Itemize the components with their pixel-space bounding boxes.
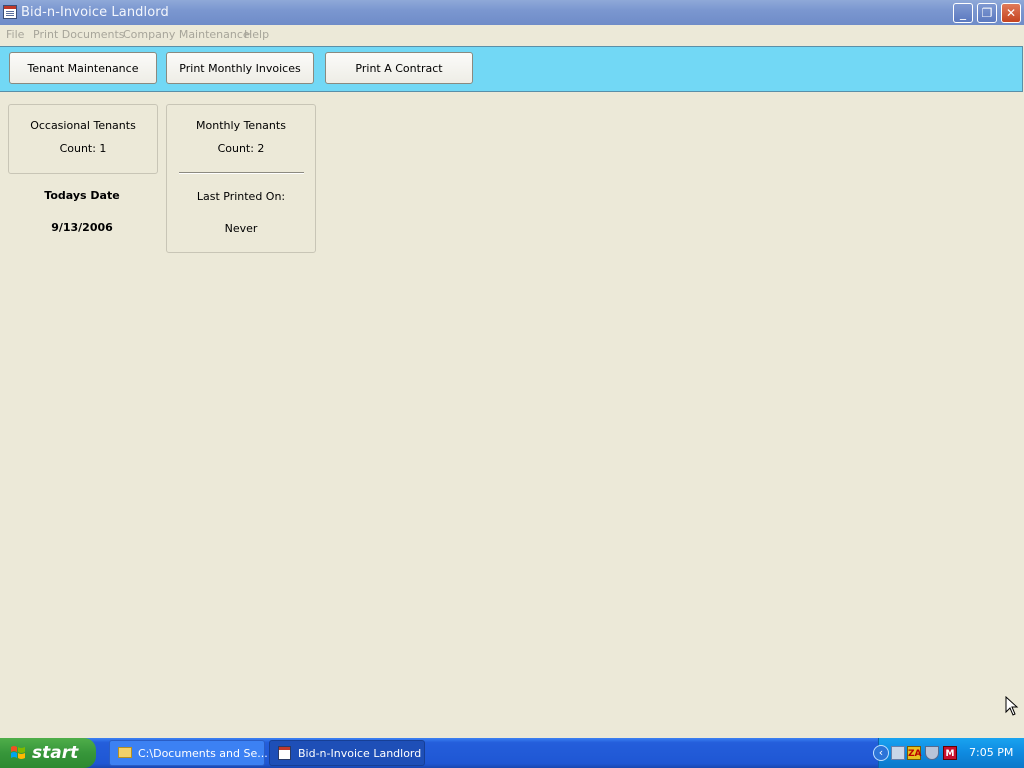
start-button[interactable]: start <box>0 738 96 768</box>
monthly-tenants-count: Count: 2 <box>217 142 265 155</box>
minimize-icon: _ <box>960 6 966 20</box>
taskbar-item-bid-n-invoice[interactable]: Bid-n-Invoice Landlord <box>269 740 425 766</box>
minimize-button[interactable]: _ <box>953 3 973 23</box>
windows-logo-icon <box>11 746 25 759</box>
mouse-cursor-icon <box>1005 696 1019 716</box>
taskbar-item-label: C:\Documents and Se... <box>138 747 268 760</box>
menu-print-documents[interactable]: Print Documents <box>33 28 125 41</box>
restore-button[interactable]: ❐ <box>977 3 997 23</box>
taskbar: start C:\Documents and Se... Bid-n-Invoi… <box>0 738 1024 768</box>
close-button[interactable]: ✕ <box>1001 3 1021 23</box>
todays-date-label: Todays Date <box>44 189 120 202</box>
mcafee-icon[interactable]: M <box>943 746 957 760</box>
security-shield-icon[interactable] <box>925 746 939 760</box>
start-label: start <box>32 743 79 763</box>
occasional-tenants-title: Occasional Tenants <box>30 119 136 132</box>
zonealarm-icon[interactable]: ZA <box>907 746 922 760</box>
occasional-tenants-card: Occasional Tenants Count: 1 <box>8 104 158 174</box>
print-contract-button[interactable]: Print A Contract <box>325 52 473 84</box>
monthly-tenants-card: Monthly Tenants Count: 2 Last Printed On… <box>166 104 316 253</box>
menu-help[interactable]: Help <box>244 28 269 41</box>
app-icon <box>278 746 291 760</box>
last-printed-label: Last Printed On: <box>196 190 286 203</box>
system-tray: ‹ ZA M 7:05 PM <box>873 738 1024 768</box>
folder-icon <box>118 747 132 758</box>
card-divider <box>179 172 304 174</box>
window-title: Bid-n-Invoice Landlord <box>21 5 169 20</box>
tenant-maintenance-button[interactable]: Tenant Maintenance <box>9 52 157 84</box>
restore-icon: ❐ <box>981 6 993 20</box>
close-icon: ✕ <box>1005 6 1017 20</box>
menu-file[interactable]: File <box>6 28 24 41</box>
print-monthly-invoices-button[interactable]: Print Monthly Invoices <box>166 52 314 84</box>
clock[interactable]: 7:05 PM <box>969 746 1013 759</box>
show-hidden-icons-chevron-icon[interactable]: ‹ <box>873 745 889 761</box>
last-printed-value: Never <box>224 222 258 235</box>
occasional-tenants-count: Count: 1 <box>59 142 107 155</box>
taskbar-item-explorer[interactable]: C:\Documents and Se... <box>109 740 268 766</box>
todays-date-value: 9/13/2006 <box>51 221 113 234</box>
app-icon[interactable] <box>3 5 17 19</box>
menu-company-maintenance[interactable]: Company Maintenance <box>123 28 250 41</box>
toolbar-panel: Tenant Maintenance Print Monthly Invoice… <box>0 46 1023 92</box>
network-icon[interactable] <box>891 746 905 760</box>
taskbar-item-label: Bid-n-Invoice Landlord <box>298 747 422 760</box>
title-bar[interactable]: Bid-n-Invoice Landlord _ ❐ ✕ <box>0 0 1024 25</box>
menu-bar: File Print Documents Company Maintenance… <box>0 25 1024 45</box>
monthly-tenants-title: Monthly Tenants <box>196 119 286 132</box>
